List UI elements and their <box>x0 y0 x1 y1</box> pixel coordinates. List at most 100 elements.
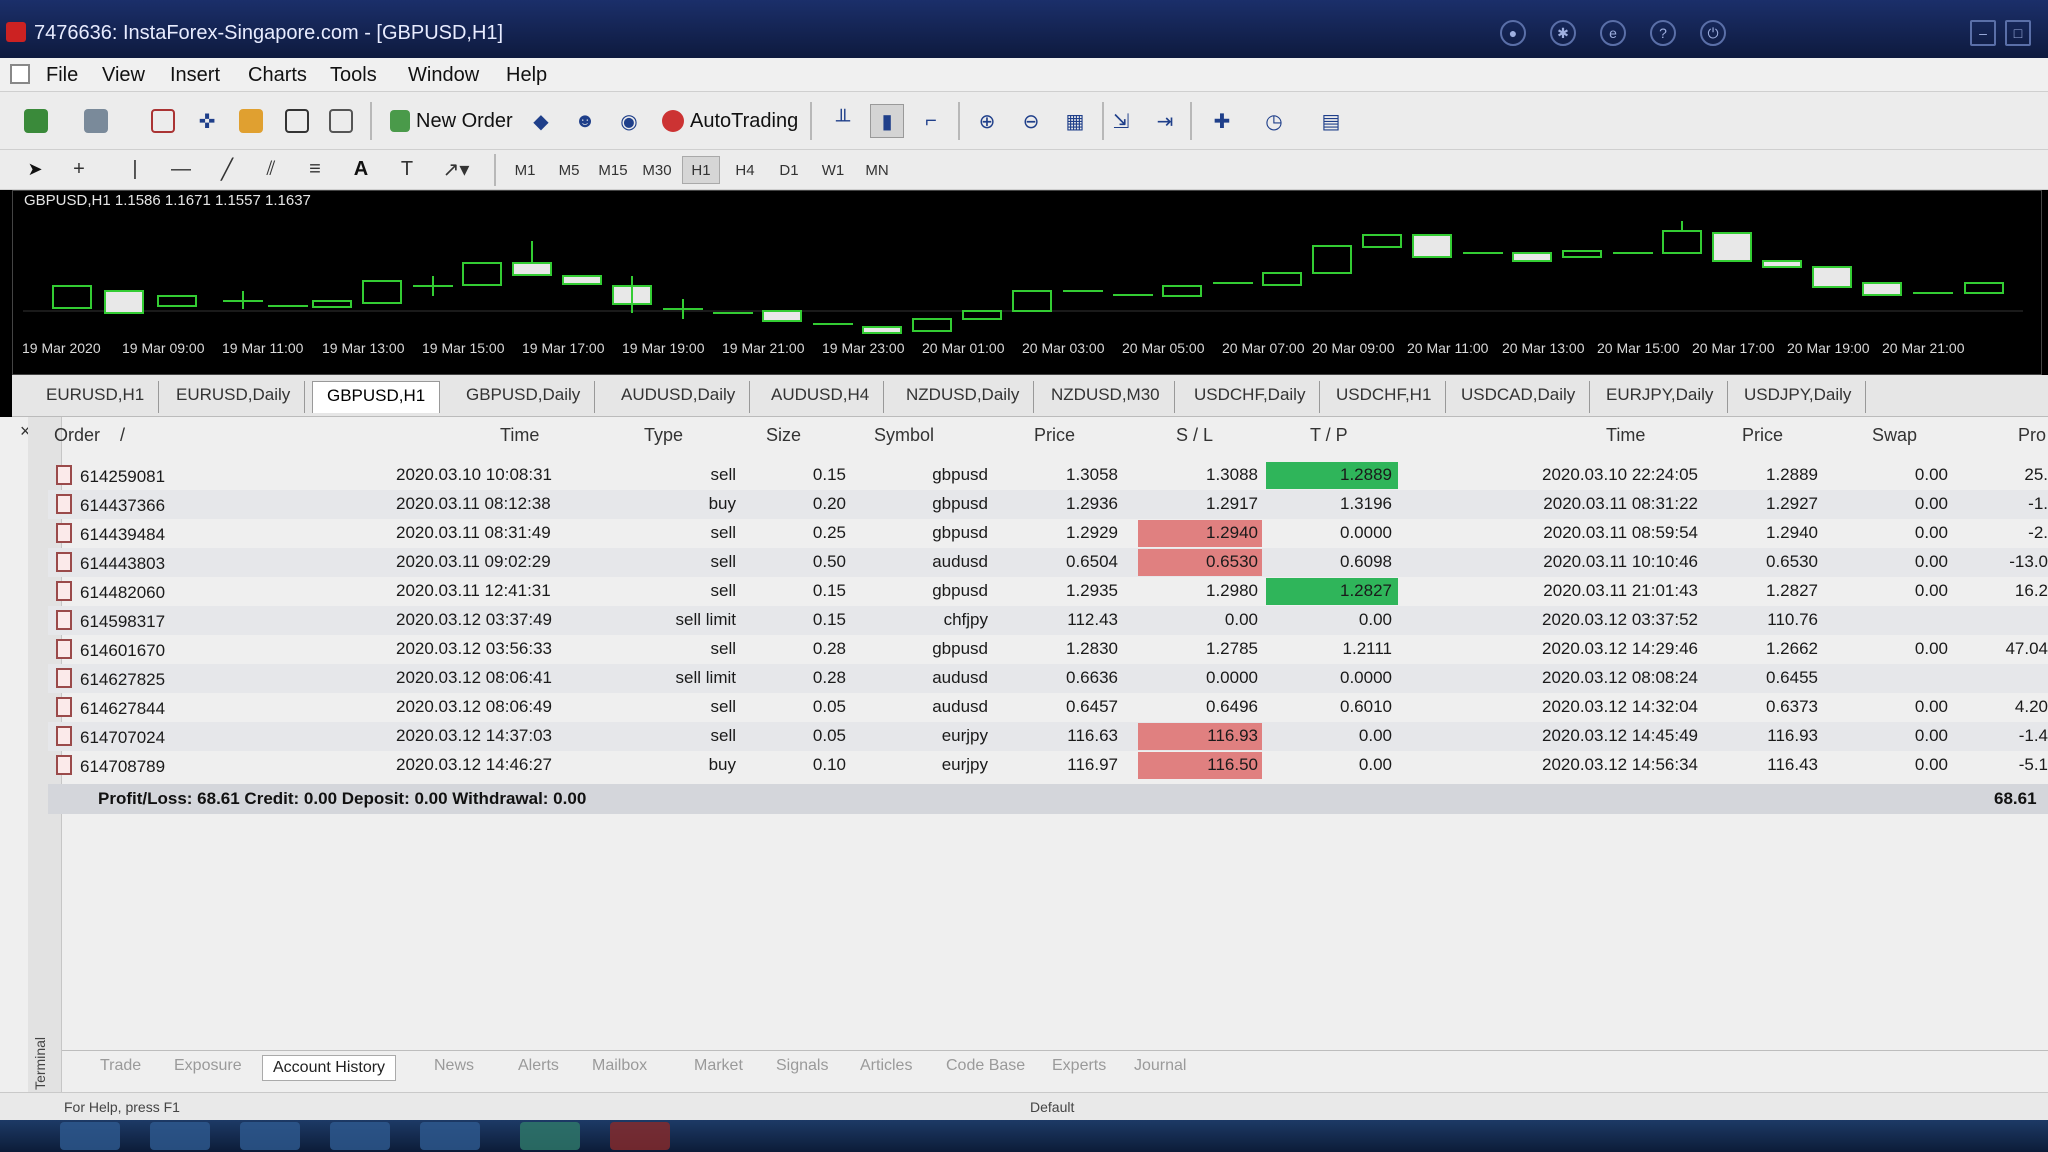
chart-tab[interactable]: EURUSD,Daily <box>162 381 306 413</box>
table-row[interactable]: 614707024 2020.03.12 14:37:03 sell 0.05 eurj… <box>48 722 2048 751</box>
app-icon[interactable] <box>610 1122 670 1150</box>
chart-tab[interactable]: EURUSD,H1 <box>32 381 160 413</box>
chart-tab-active[interactable]: GBPUSD,H1 <box>312 381 441 413</box>
tab-articles[interactable]: Articles <box>860 1057 912 1075</box>
tab-market[interactable]: Market <box>694 1057 743 1075</box>
text-icon[interactable]: A <box>346 152 376 186</box>
col-price[interactable]: Price <box>1034 425 1075 446</box>
profiles-icon[interactable] <box>74 104 118 138</box>
col-type[interactable]: Type <box>644 425 683 446</box>
line-chart-icon[interactable]: ⌐ <box>914 104 948 138</box>
tab-alerts[interactable]: Alerts <box>518 1057 559 1075</box>
media-icon[interactable] <box>330 1122 390 1150</box>
chart-tab[interactable]: USDCHF,H1 <box>1322 381 1447 413</box>
user-icon[interactable]: ☻ <box>568 104 602 138</box>
zoom-out-icon[interactable]: ⊖ <box>1014 104 1048 138</box>
browser-icon[interactable]: e <box>1600 20 1626 46</box>
chart-tab[interactable]: EURJPY,Daily <box>1592 381 1729 413</box>
col-close-price[interactable]: Price <box>1742 425 1783 446</box>
autotrading-button[interactable]: AutoTrading <box>656 104 804 138</box>
start-icon[interactable] <box>60 1122 120 1150</box>
folder-icon[interactable] <box>240 1122 300 1150</box>
table-row[interactable]: 614482060 2020.03.11 12:41:31 sell 0.15 gbpu… <box>48 577 2048 606</box>
table-row[interactable]: 614443803 2020.03.11 09:02:29 sell 0.50 audu… <box>48 548 2048 577</box>
table-row[interactable]: 614627844 2020.03.12 08:06:49 sell 0.05 audu… <box>48 693 2048 722</box>
chart-tab[interactable]: USDCHF,Daily <box>1180 381 1321 413</box>
chart-tab[interactable]: USDCAD,Daily <box>1447 381 1591 413</box>
chart-tab[interactable]: AUDUSD,H4 <box>757 381 885 413</box>
timeframe-m1[interactable]: M1 <box>506 156 544 184</box>
fibonacci-icon[interactable]: ≡ <box>300 152 330 186</box>
menu-insert[interactable]: Insert <box>170 64 220 87</box>
chart-tab[interactable]: AUDUSD,Daily <box>607 381 751 413</box>
table-row[interactable]: 614439484 2020.03.11 08:31:49 sell 0.25 gbpu… <box>48 519 2048 548</box>
table-row[interactable]: 614259081 2020.03.10 10:08:31 sell 0.15 gbpu… <box>48 461 2048 490</box>
col-sl[interactable]: S / L <box>1176 425 1213 446</box>
candlestick-icon[interactable]: ▮ <box>870 104 904 138</box>
new-order-button[interactable]: New Order <box>384 104 519 138</box>
terminal-icon[interactable] <box>280 104 314 138</box>
metatrader-icon[interactable] <box>520 1122 580 1150</box>
timeframe-h4[interactable]: H4 <box>726 156 764 184</box>
new-chart-icon[interactable] <box>14 104 58 138</box>
vertical-line-icon[interactable]: | <box>120 152 150 186</box>
timeframe-d1[interactable]: D1 <box>770 156 808 184</box>
gear-icon[interactable]: ✱ <box>1550 20 1576 46</box>
strategy-tester-icon[interactable] <box>324 104 358 138</box>
signals-icon[interactable]: ◉ <box>612 104 646 138</box>
bar-chart-icon[interactable]: ╨ <box>826 104 860 138</box>
tab-code-base[interactable]: Code Base <box>946 1057 1025 1075</box>
firefox-icon[interactable] <box>420 1122 480 1150</box>
col-close-time[interactable]: Time <box>1606 425 1645 446</box>
table-row[interactable]: 614601670 2020.03.12 03:56:33 sell 0.28 gbpu… <box>48 635 2048 664</box>
navigator-icon[interactable]: ✜ <box>190 104 224 138</box>
chart-tab[interactable]: NZDUSD,M30 <box>1037 381 1175 413</box>
tab-journal[interactable]: Journal <box>1134 1057 1186 1075</box>
menu-charts[interactable]: Charts <box>248 64 307 87</box>
tab-exposure[interactable]: Exposure <box>174 1057 242 1075</box>
help-icon[interactable]: ? <box>1650 20 1676 46</box>
table-row[interactable]: 614708789 2020.03.12 14:46:27 buy 0.10 eurjp… <box>48 751 2048 780</box>
col-order[interactable]: Order <box>54 425 100 446</box>
menu-window[interactable]: Window <box>408 64 479 87</box>
periods-icon[interactable]: ◷ <box>1252 104 1296 138</box>
templates-icon[interactable]: ▤ <box>1306 104 1356 138</box>
tile-windows-icon[interactable]: ▦ <box>1058 104 1092 138</box>
timeframe-w1[interactable]: W1 <box>814 156 852 184</box>
timeframe-m30[interactable]: M30 <box>638 156 676 184</box>
menu-file[interactable]: File <box>46 64 78 87</box>
menu-help[interactable]: Help <box>506 64 547 87</box>
channel-icon[interactable]: ⫽ <box>256 152 286 186</box>
timeframe-mn[interactable]: MN <box>858 156 896 184</box>
table-row[interactable]: 614598317 2020.03.12 03:37:49 sell limit 0.… <box>48 606 2048 635</box>
browser-icon[interactable] <box>150 1122 210 1150</box>
maximize-button[interactable]: □ <box>2005 20 2031 46</box>
horizontal-line-icon[interactable]: — <box>166 152 196 186</box>
auto-scroll-icon[interactable]: ⇲ <box>1104 104 1138 138</box>
indicators-icon[interactable]: ✚ <box>1200 104 1244 138</box>
menu-view[interactable]: View <box>102 64 145 87</box>
metaeditor-icon[interactable]: ◆ <box>524 104 558 138</box>
cursor-icon[interactable]: ➤ <box>20 152 50 186</box>
zoom-in-icon[interactable]: ⊕ <box>970 104 1004 138</box>
col-symbol[interactable]: Symbol <box>874 425 934 446</box>
chart-tab[interactable]: NZDUSD,Daily <box>892 381 1035 413</box>
col-time[interactable]: Time <box>500 425 539 446</box>
menu-tools[interactable]: Tools <box>330 64 377 87</box>
crosshair-icon[interactable]: + <box>64 152 94 186</box>
tab-mailbox[interactable]: Mailbox <box>592 1057 647 1075</box>
chart-tab[interactable]: USDJPY,Daily <box>1730 381 1867 413</box>
trendline-icon[interactable]: ╱ <box>212 152 242 186</box>
col-size[interactable]: Size <box>766 425 801 446</box>
col-tp[interactable]: T / P <box>1310 425 1348 446</box>
col-profit[interactable]: Pro <box>2018 425 2046 446</box>
user-icon[interactable]: ● <box>1500 20 1526 46</box>
tab-experts[interactable]: Experts <box>1052 1057 1106 1075</box>
market-watch-icon[interactable] <box>146 104 180 138</box>
tab-news[interactable]: News <box>434 1057 474 1075</box>
table-row[interactable]: 614437366 2020.03.11 08:12:38 buy 0.20 gbpus… <box>48 490 2048 519</box>
data-window-icon[interactable] <box>234 104 268 138</box>
minimize-button[interactable]: – <box>1970 20 1996 46</box>
power-icon[interactable]: ⏻ <box>1700 20 1726 46</box>
tab-account-history[interactable]: Account History <box>262 1055 397 1081</box>
